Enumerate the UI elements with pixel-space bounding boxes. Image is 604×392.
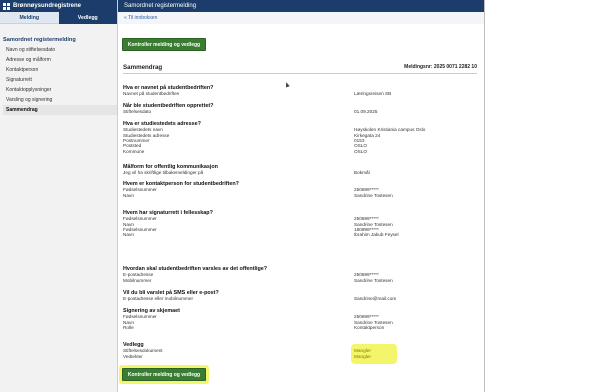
row-key: Stiftelsesdato [123,109,152,115]
row-key: Jeg vil ha skriftlige tilbakemeldinger p… [123,170,204,176]
row-value: OSLO [354,148,368,154]
summary-row: Rolle Kontaktperson [123,325,477,330]
row-key: Navnet på studentbedriften [123,91,180,97]
check-message-button-top[interactable]: Kontroller melding og vedlegg [122,38,206,51]
summary-row: Navn Sandrine Tostesen [123,193,477,198]
brand-bar: Brønnøysundregistrene [0,0,117,12]
row-value: Sandrine Tostesen [354,192,393,198]
tab-vedlegg[interactable]: Vedlegg [58,12,117,24]
summary-row: Kommune OSLO [123,149,477,154]
section-attachments: Vedlegg Stiftelsesdokument Mangler Vedtek… [123,342,477,359]
sidebar-item-kontaktperson[interactable]: Kontaktperson [3,65,117,75]
row-key: Rolle [123,325,134,331]
row-value: Læringsreisen SB [354,91,392,97]
sidebar-item-adresse[interactable]: Adresse og målform [3,55,117,65]
summary-row: Navn Ibrahim Jakub Feysel [123,232,477,237]
section-language: Målform for offentlig kommunikasjon Jeg … [123,164,477,176]
summary-header: Sammendrag Meldingsnr: 2025 0071 2282 10 [123,64,477,74]
summary-row: Vedtekter Mangler [123,354,477,359]
row-value: Sandrine Tostesen [354,277,393,283]
sidebar-item-sammendrag[interactable]: Sammendrag [3,105,117,115]
main-content: Kontroller melding og vedlegg Sammendrag… [118,24,484,392]
check-message-button-bottom[interactable]: Kontroller melding og vedlegg [122,368,206,381]
page-header: Samordnet registermelding [118,0,484,12]
breadcrumb: « Til innboksen [118,12,484,24]
tab-melding[interactable]: Melding [0,12,59,24]
summary-title: Sammendrag [123,64,163,71]
tab-bar: Melding Vedlegg [0,12,117,24]
row-value: Sandrine@mail.com [354,296,397,302]
row-key: E-postadresse eller mobilnummer [123,296,194,302]
sidebar: Brønnøysundregistrene Melding Vedlegg Sa… [0,0,118,392]
attachment-status: Mangler [354,353,371,359]
row-key: Vedtekter [123,353,143,359]
row-key: Navn [123,192,134,198]
section-signature-rights: Hvem har signaturrett i fellesskap? Føds… [123,210,477,238]
row-key: Navn [123,232,134,238]
summary-row: Mobilnummer Sandrine Tostesen [123,278,477,283]
sidebar-item-kontaktopplysninger[interactable]: Kontaktopplysninger [3,85,117,95]
row-value: Kontaktperson [354,325,385,331]
section-founded: Når ble studentbedriften opprettet? Stif… [123,103,477,115]
message-number: Meldingsnr: 2025 0071 2282 10 [404,64,477,70]
preview-pane [485,0,604,392]
sidebar-item-signaturrett[interactable]: Signaturrett [3,75,117,85]
summary-row: Jeg vil ha skriftlige tilbakemeldinger p… [123,170,477,175]
back-to-inbox-link[interactable]: « Til innboksen [124,15,157,21]
page-title: Samordnet registermelding [124,3,197,9]
section-sms-email: Vil du bli varslet på SMS eller e-post? … [123,290,477,302]
row-value: 01.09.2025 [354,109,378,115]
sidebar-section-title: Samordnet registermelding [3,37,76,43]
summary-row: Stiftelsesdato 01.09.2025 [123,109,477,114]
brand-name: Brønnøysundregistrene [13,3,82,9]
sidebar-item-varsling[interactable]: Varsling og signering [3,95,117,105]
summary-row: Navnet på studentbedriften Læringsreisen… [123,91,477,96]
section-signing: Signering av skjemaet Fødselsnummer 25069… [123,308,477,330]
row-key: Mobilnummer [123,277,152,283]
sidebar-nav: Samordnet registermelding Navn og stifte… [0,24,117,115]
brreg-logo-icon [3,2,10,10]
section-address: Hva er studiestedets adresse? Studiested… [123,121,477,154]
section-notification: Hvordan skal studentbedriften varsles av… [123,266,477,283]
section-contact-person: Hvem er kontaktperson for studentbedrift… [123,181,477,198]
row-key: Kommune [123,148,145,154]
summary-row: E-postadresse eller mobilnummer Sandrine… [123,296,477,301]
section-company-name: Hva er navnet på studentbedriften? Navne… [123,85,477,97]
row-value: Ibrahim Jakub Feysel [354,232,399,238]
row-value: Bokmål [354,170,370,176]
sidebar-item-navn[interactable]: Navn og stiftelsesdato [3,45,117,55]
